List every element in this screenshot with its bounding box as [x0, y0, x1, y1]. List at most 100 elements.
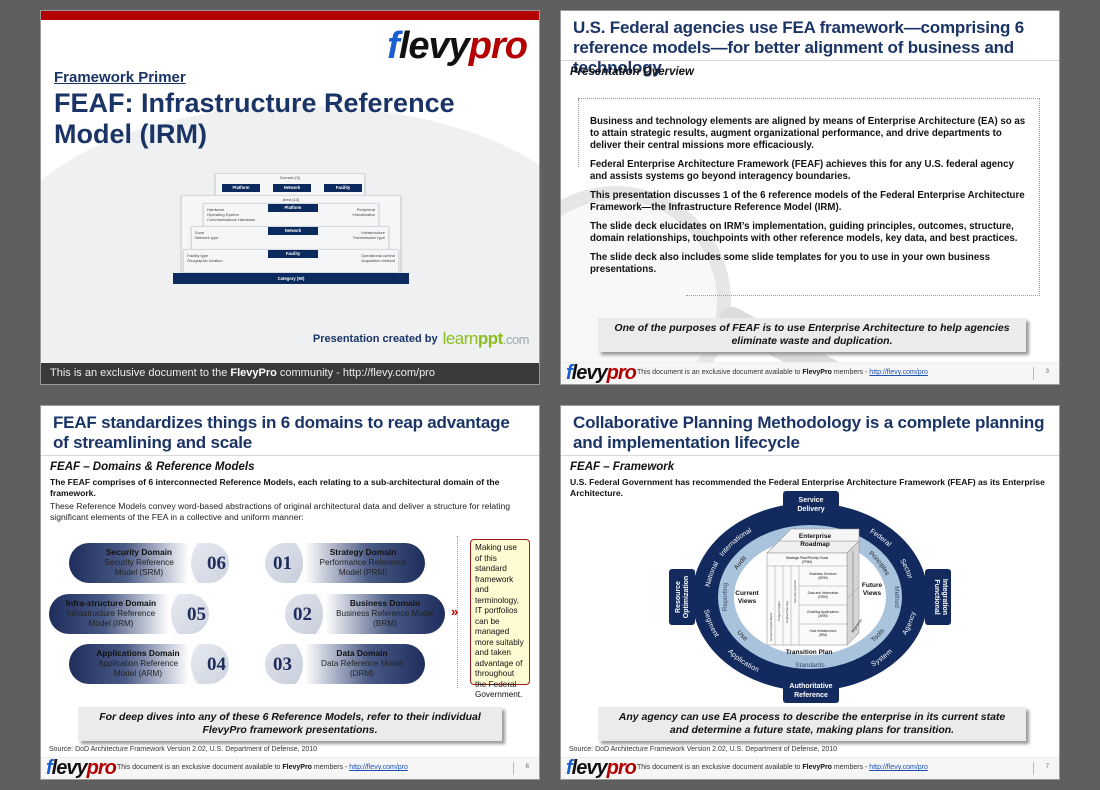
domain-layer: Domain (3) Platform Network Facility: [215, 173, 365, 197]
domain-label: Domain (3): [280, 175, 300, 180]
row-left-text: Zone Network type: [195, 230, 219, 240]
domain-block: Network: [273, 184, 311, 192]
service-delivery-box: [783, 491, 839, 517]
domain-label: Infra-structure Domain Infrastructure Ref…: [65, 598, 157, 628]
slide-footer: This is an exclusive document to the Fle…: [41, 363, 539, 384]
flevy-link[interactable]: http://flevy.com/pro: [349, 764, 408, 771]
slide-footer: flevypro This document is an exclusive d…: [561, 757, 1059, 779]
callout-box: For deep dives into any of these 6 Refer…: [78, 707, 502, 741]
domain-label: Security Domain Security Reference Model …: [104, 547, 174, 577]
overview-paragraph: The slide deck also includes some slide …: [590, 252, 990, 275]
authoritative-reference-box: [783, 677, 839, 703]
domain-number: 03: [273, 654, 292, 675]
network-row: Zone Network type Network Infrastructure T…: [191, 226, 389, 250]
cube-top-label: Enterprise: [799, 533, 832, 540]
callout-box: One of the purposes of FEAF is to use En…: [598, 318, 1026, 352]
domain-number: 01: [273, 553, 292, 574]
current-views-label: Current: [735, 590, 759, 597]
ring-label: Standards: [795, 662, 825, 669]
platform-row: Hardware Operating System Communications H…: [203, 203, 379, 227]
slide-header: FEAF standardizes things in 6 domains to…: [41, 406, 539, 456]
overview-paragraph: Federal Enterprise Architecture Framewor…: [590, 159, 1014, 182]
slide-title-text: FEAF: Infrastructure Reference Model (IR…: [54, 88, 455, 149]
page-number: 7: [1045, 764, 1049, 770]
overview-text-box: Business and technology elements are ali…: [578, 98, 1040, 296]
domain-number: 06: [207, 553, 226, 574]
row-left-text: Facility type Geographic location: [187, 253, 223, 263]
footer-text: This document is an exclusive document a…: [637, 369, 928, 376]
callout-box: Any agency can use EA process to describ…: [598, 707, 1026, 741]
flevypro-logo: flevypro: [387, 25, 528, 67]
footer-divider: [513, 762, 514, 775]
slide-overview[interactable]: U.S. Federal agencies use FEA framework—…: [560, 10, 1060, 385]
box-label: Resource: [675, 581, 682, 613]
cube-row-label: (IRM): [819, 633, 827, 637]
learnppt-logo: learnppt.com: [442, 329, 530, 348]
slide-heading: FEAF standardizes things in 6 domains to…: [53, 413, 510, 452]
domain-pill-security: 06 Security Domain Security Reference Mod…: [69, 543, 229, 583]
cube-row-label: (DRM): [818, 595, 828, 599]
intro-text: These Reference Models convey word-based…: [50, 501, 511, 522]
transition-plan-label: Transition Plan: [786, 649, 833, 656]
row-right-text: Operational control Acquisition method: [361, 253, 395, 263]
slide-heading: Collaborative Planning Methodology is a …: [573, 413, 1045, 452]
box-label: Integration: [941, 579, 948, 615]
domain-pill-data: 03 Data Domain Data Reference Model (DRM): [265, 644, 425, 684]
presentation-credit: Presentation created by learnppt.com: [312, 329, 530, 349]
slide-header: U.S. Federal agencies use FEA framework—…: [561, 11, 1059, 77]
slide-domains[interactable]: FEAF standardizes things in 6 domains to…: [40, 405, 540, 780]
page-number: 6: [525, 764, 529, 770]
cube-column-label: Security Controls: [793, 580, 797, 603]
resource-optimization-box: [669, 569, 695, 625]
source-citation: Source: DoD Architecture Framework Versi…: [49, 746, 318, 753]
cube-row-label: (ARM): [818, 614, 828, 618]
domain-block: Facility: [324, 184, 362, 192]
framework-primer-label: Framework Primer: [54, 69, 186, 86]
box-label: Authoritative: [789, 683, 832, 690]
irm-pyramid-diagram: Domain (3) Platform Network Facility Are…: [173, 173, 409, 285]
area-label: Area (13): [282, 197, 300, 202]
facility-row: Facility type Geographic location Facilit…: [183, 249, 399, 273]
ring-label: Reporting: [722, 583, 729, 612]
section-subhead: FEAF – Domains & Reference Models: [50, 461, 255, 473]
current-views-label: Views: [738, 598, 757, 605]
domain-number: 05: [187, 604, 206, 625]
domain-pill-infrastructure: 05 Infra-structure Domain Infrastructure …: [49, 594, 209, 634]
cube-column-label: Human Capital Mgmt.: [769, 612, 773, 641]
note-box: Making use of this standard framework an…: [470, 539, 530, 699]
credit-text: Presentation created by: [312, 333, 438, 345]
overview-paragraph: The slide deck elucidates on IRM’s imple…: [590, 221, 1018, 244]
slide-framework[interactable]: Collaborative Planning Methodology is a …: [560, 405, 1060, 780]
future-views-label: Future: [862, 582, 883, 589]
footer-text: This document is an exclusive document a…: [117, 764, 408, 771]
domain-label: Data Domain Data Reference Model (DRM): [321, 648, 403, 678]
domain-number: 04: [207, 654, 226, 675]
box-label: Optimization: [683, 576, 690, 618]
box-label: Service: [799, 497, 824, 504]
red-top-bar: [41, 11, 539, 20]
slide-footer: flevypro This document is an exclusive d…: [561, 362, 1059, 384]
flevy-link[interactable]: http://flevy.com/pro: [869, 369, 928, 376]
flevypro-logo: flevypro: [566, 757, 637, 779]
row-left-text: Hardware Operating System Communications H…: [207, 207, 256, 222]
footer-text: This document is an exclusive document a…: [637, 764, 928, 771]
cube-column-label: Capital Planning: [785, 601, 789, 623]
cube-header-label: (PRM): [802, 560, 812, 564]
intro-bold-text: The FEAF comprises of 6 interconnected R…: [50, 477, 500, 498]
overview-paragraph: This presentation discusses 1 of the 6 r…: [590, 190, 1025, 213]
category-bar: Category (90): [173, 273, 409, 284]
facility-block: Facility: [268, 250, 318, 258]
domain-block: Platform: [222, 184, 260, 192]
slide-title[interactable]: flevypro Framework Primer FEAF: Infrastr…: [40, 10, 540, 385]
cube-column-label: Program Mgmt.: [777, 600, 781, 621]
row-right-text: Infrastructure Transmission type: [352, 230, 385, 240]
future-views-label: Views: [863, 590, 882, 597]
domain-label: Strategy Domain Performance Reference Mod…: [319, 547, 407, 577]
box-label: Delivery: [797, 506, 824, 513]
cube-top-label: Roadmap: [800, 541, 830, 548]
row-right-text: Peripheral Virtualization: [352, 207, 375, 217]
network-block: Network: [268, 227, 318, 235]
section-subhead: FEAF – Framework: [570, 461, 675, 473]
domain-number: 02: [293, 604, 312, 625]
flevy-link[interactable]: http://flevy.com/pro: [869, 764, 928, 771]
